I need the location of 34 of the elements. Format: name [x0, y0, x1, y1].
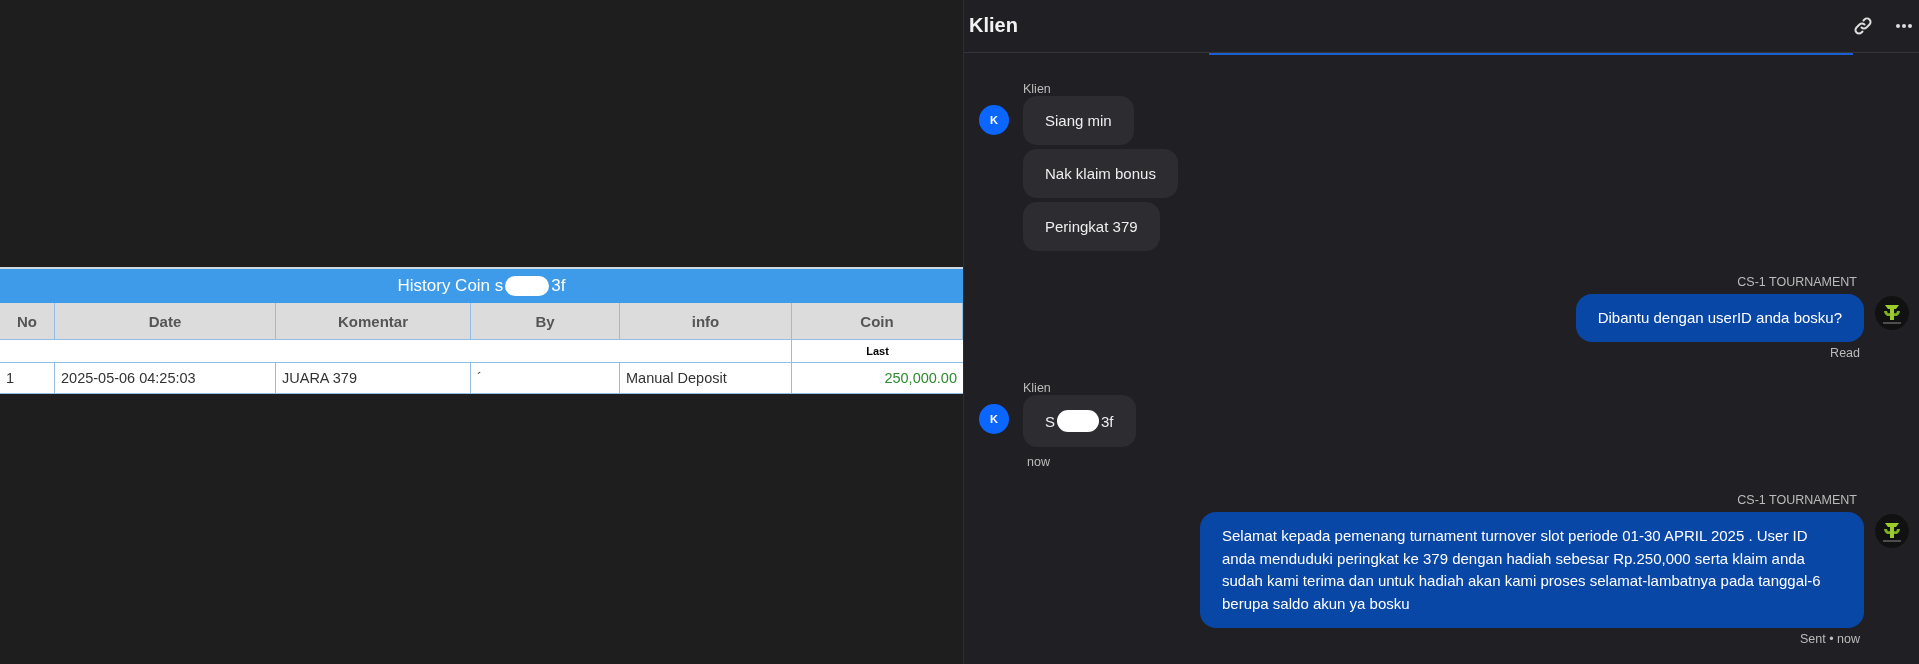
message-bubble: S 3f [1023, 395, 1136, 447]
column-header: Komentar [276, 303, 471, 340]
sender-name: Klien [1023, 381, 1051, 395]
table-cell: JUARA 379 [276, 363, 471, 394]
redaction-mark [1057, 410, 1099, 432]
sender-name: Klien [1023, 81, 1051, 96]
sender-name: CS-1 TOURNAMENT [1737, 493, 1857, 507]
message-bubble: Siang min [1023, 95, 1134, 145]
column-header: Coin [792, 303, 963, 340]
avatar: K [979, 104, 1009, 135]
redaction-mark [505, 276, 550, 296]
table-cell: Manual Deposit [620, 363, 792, 394]
message-status: Read [1830, 346, 1860, 360]
table-cell: 2025-05-06 04:25:03 [55, 363, 276, 394]
logo-icon [1875, 295, 1909, 330]
table-cell: 1 [0, 363, 55, 394]
table-cell: ´ [471, 363, 620, 394]
message-bubble: Selamat kepada pemenang turnament turnover slot periode 01-30 APRIL 2025 . User ID anda menduduki peringkat ke 379 dengan hadiah sebesar Rp.250,000 serta klaim anda sudah kami terima dan untuk hadiah akan kami proses selamat-lambatnya pada tanggal-6 berupa saldo akun ya bosku [1200, 512, 1864, 628]
message-bubble: Dibantu dengan userID anda bosku? [1575, 293, 1864, 342]
sender-name: CS-1 TOURNAMENT [1737, 274, 1857, 289]
more-icon[interactable] [1895, 22, 1913, 29]
link-icon[interactable] [1853, 15, 1873, 36]
chat-title: Klien [969, 14, 1018, 38]
message-status: Sent • now [1800, 632, 1860, 646]
column-header: info [620, 303, 792, 340]
table-title: History Coin s 3f [0, 267, 963, 303]
message-bubble: Peringkat 379 [1023, 201, 1160, 251]
column-header: Date [55, 303, 276, 340]
logo-icon [1875, 514, 1909, 548]
column-header: By [471, 303, 620, 340]
column-header: No [0, 303, 55, 340]
avatar: K [979, 404, 1009, 434]
message-status: now [1027, 455, 1050, 469]
message-bubble: Nak klaim bonus [1023, 148, 1178, 198]
